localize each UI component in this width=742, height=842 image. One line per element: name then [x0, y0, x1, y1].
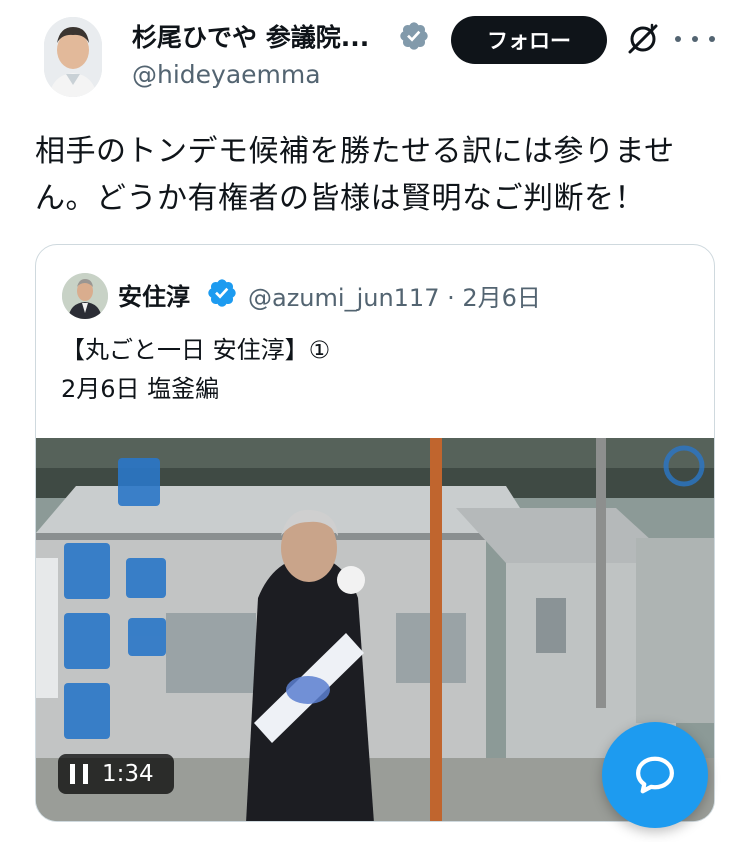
quoted-author-avatar[interactable] — [62, 273, 108, 319]
author-avatar[interactable] — [44, 17, 102, 97]
verified-badge-icon — [400, 22, 428, 50]
video-duration: 1:34 — [102, 761, 154, 787]
quoted-tweet-card[interactable]: 安住淳 @azumi_jun117 · 2月6日 【丸ごと一日 安住淳】① 2月… — [35, 244, 715, 822]
author-handle[interactable]: @hideyaemma — [132, 60, 321, 89]
more-options-icon[interactable] — [675, 22, 715, 56]
grok-icon[interactable] — [626, 22, 660, 56]
quoted-text-line-2: 2月6日 塩釜編 — [61, 375, 220, 403]
quoted-author-name[interactable]: 安住淳 — [118, 277, 190, 312]
verified-badge-icon — [208, 279, 236, 307]
follow-button[interactable]: フォロー — [451, 16, 607, 64]
quoted-handle-date[interactable]: @azumi_jun117 · 2月6日 — [248, 278, 541, 313]
video-duration-badge[interactable]: 1:34 — [58, 754, 174, 794]
author-display-name[interactable]: 杉尾ひでや 参議院... — [132, 18, 369, 54]
pause-icon[interactable] — [70, 764, 88, 784]
tweet-text: 相手のトンデモ候補を勝たせる訳には参りません。どうか有権者の皆様は賢明なご判断を… — [35, 134, 675, 216]
tweet-header: 杉尾ひでや 参議院... @hideyaemma フォロー — [0, 0, 742, 110]
reply-compose-icon — [636, 756, 674, 794]
reply-compose-fab[interactable] — [602, 722, 708, 828]
quoted-text-line-1: 【丸ごと一日 安住淳】① — [61, 336, 331, 364]
quoted-tweet-text: 【丸ごと一日 安住淳】① 2月6日 塩釜編 — [61, 331, 691, 409]
